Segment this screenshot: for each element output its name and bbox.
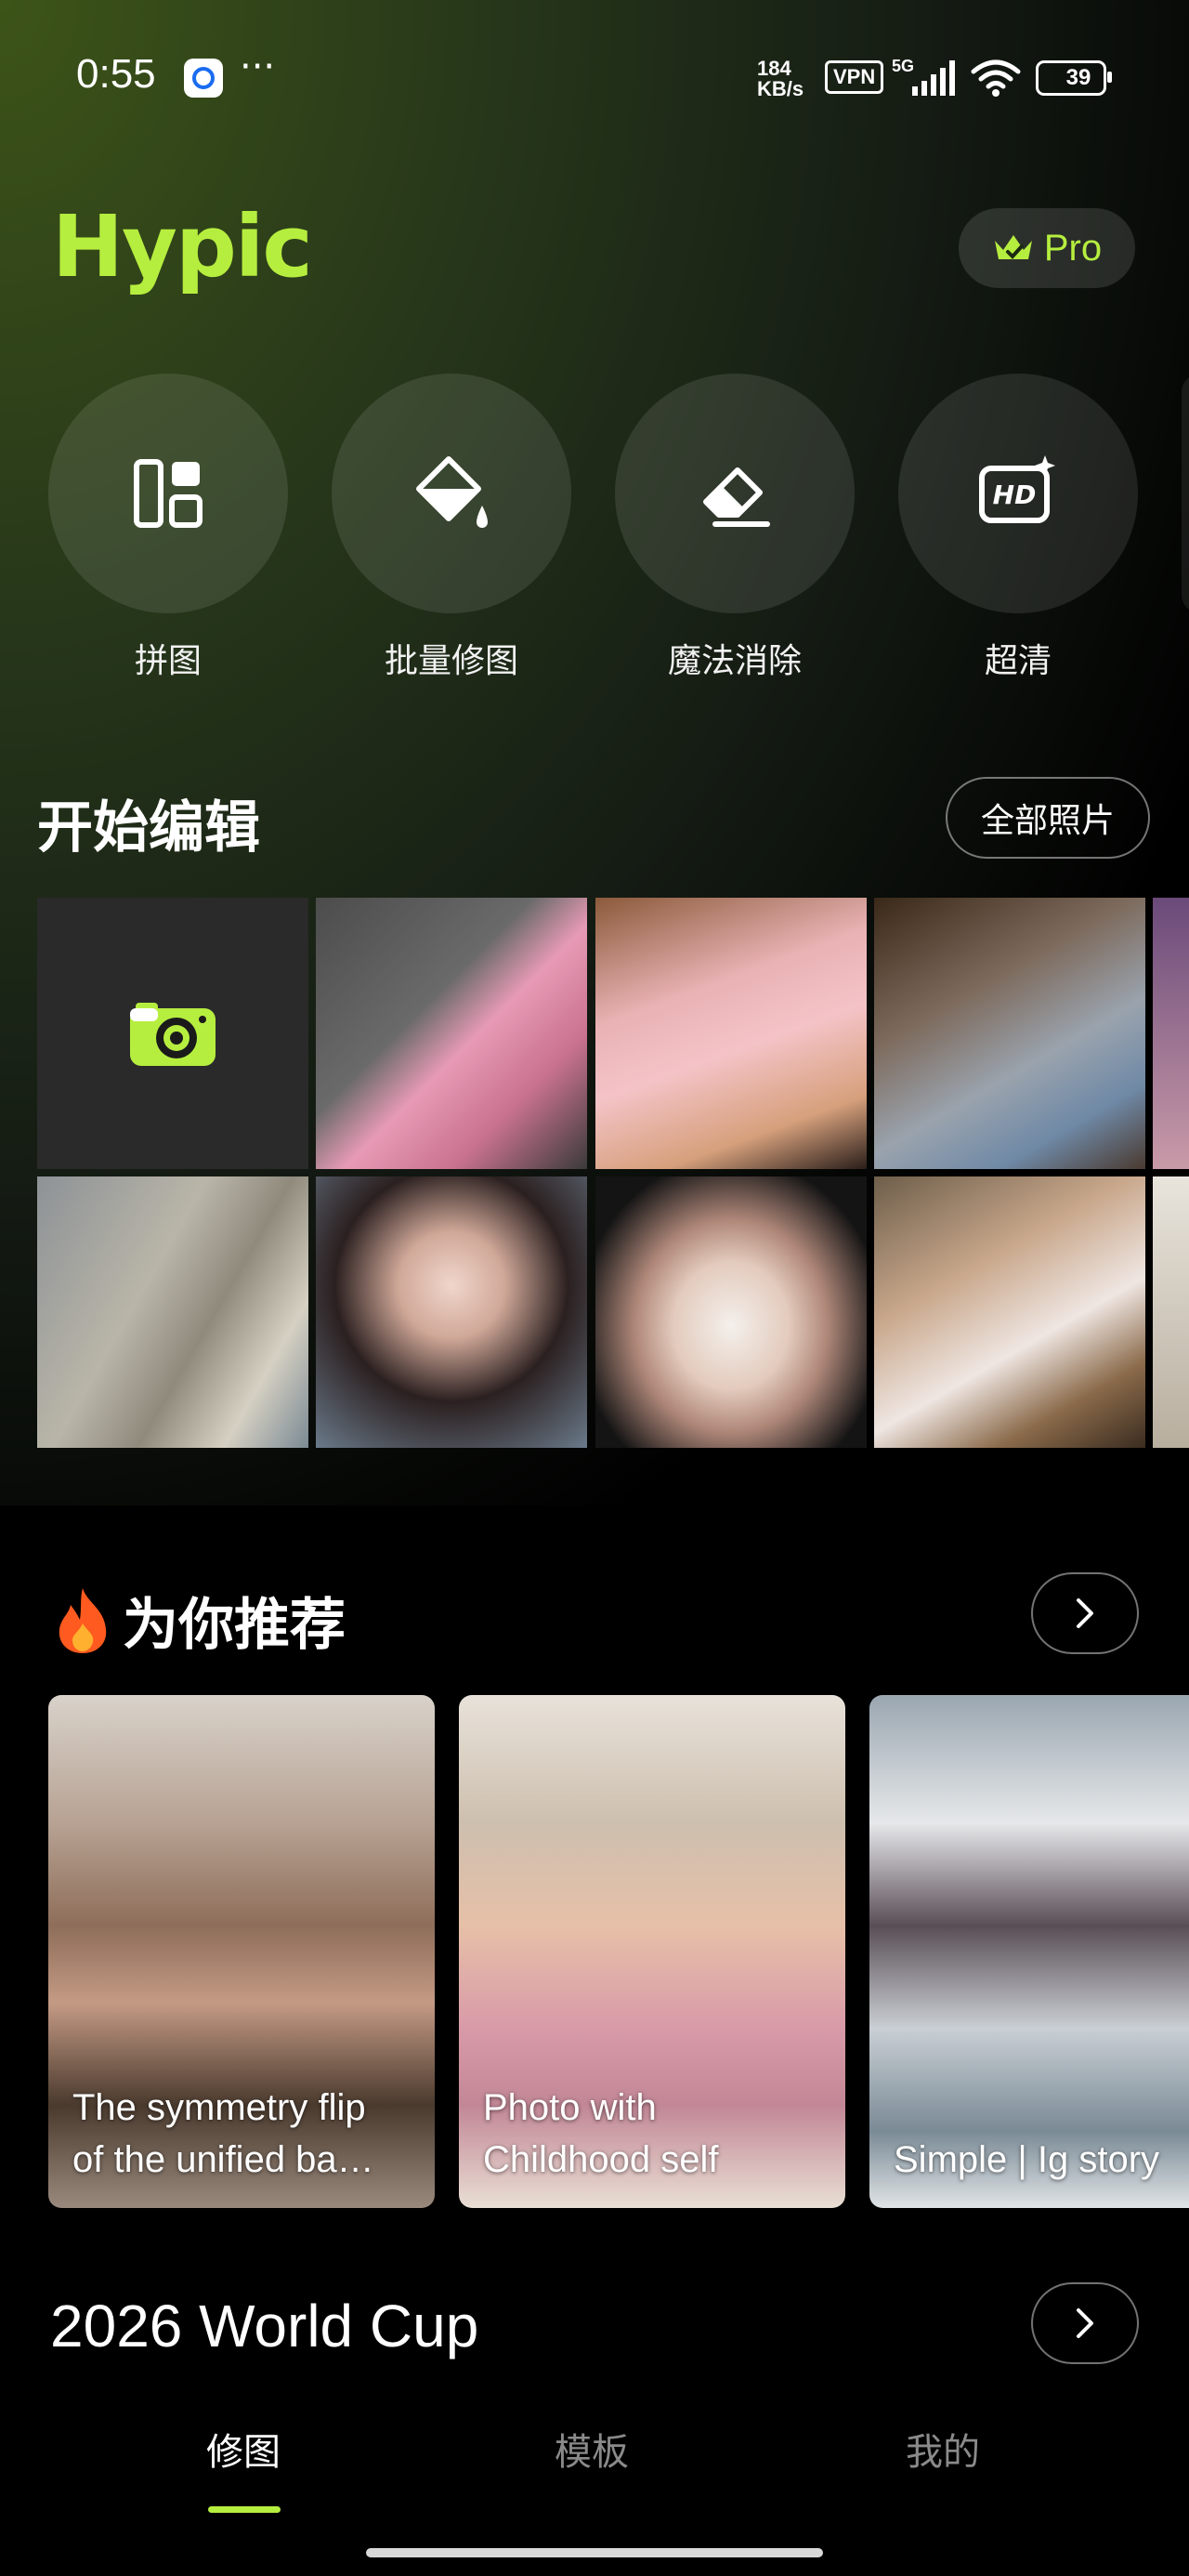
network-speed: 184 KB/s: [757, 59, 804, 99]
tool-hd-label: 超清: [984, 642, 1052, 680]
tool-batch-edit[interactable]: 批量修图: [332, 374, 571, 682]
tool-collage[interactable]: 拼图: [48, 374, 288, 682]
recommend-card-title: Simple | Ig story: [894, 2139, 1160, 2180]
recommend-card[interactable]: The symmetry flip of the unified ba…: [48, 1695, 435, 2208]
gallery-photo[interactable]: [316, 898, 587, 1169]
tool-hd-circle[interactable]: HD: [898, 374, 1138, 613]
recommend-header: 为你推荐: [50, 1580, 346, 1661]
gallery-photo[interactable]: [874, 898, 1145, 1169]
gallery-photo[interactable]: [316, 1176, 587, 1448]
paint-bucket-icon: [416, 456, 488, 528]
cellular-signal-icon: 5G: [892, 57, 955, 96]
tool-collage-circle[interactable]: [48, 374, 288, 613]
gallery-photo-partial[interactable]: [1153, 898, 1189, 1169]
pro-label: Pro: [1043, 227, 1103, 269]
hd-icon: HD: [979, 455, 1055, 523]
battery-level: 39: [1065, 65, 1091, 90]
gallery-photo[interactable]: [874, 1176, 1145, 1448]
tool-next-partial[interactable]: [1182, 374, 1189, 613]
app-logo: Hypic: [52, 197, 313, 296]
home-indicator[interactable]: [366, 2548, 823, 2557]
recommend-more-button[interactable]: [1031, 1572, 1139, 1654]
wifi-icon: [971, 59, 1021, 97]
tool-hd[interactable]: HD 超清: [898, 374, 1138, 682]
gallery-photo[interactable]: [37, 1176, 308, 1448]
recommend-card[interactable]: Photo with Childhood self: [459, 1695, 845, 2208]
nav-tab-me[interactable]: 我的: [906, 2422, 980, 2476]
gallery-photo[interactable]: [595, 1176, 867, 1448]
camera-icon: [130, 1003, 216, 1066]
start-edit-title: 开始编辑: [37, 795, 260, 861]
tool-magic-eraser-label: 魔法消除: [667, 642, 802, 680]
chevron-right-icon: [1077, 2308, 1093, 2338]
tool-collage-label: 拼图: [134, 642, 202, 680]
recommend-card-title: Photo with Childhood self: [483, 2087, 719, 2180]
tool-magic-eraser-circle[interactable]: [615, 374, 855, 613]
nav-tab-edit[interactable]: 修图: [206, 2422, 281, 2476]
more-notifications-icon: ···: [240, 46, 276, 88]
recommend-title: 为你推荐: [123, 1593, 346, 1658]
fire-icon: [59, 1587, 107, 1653]
tool-magic-eraser[interactable]: 魔法消除: [615, 374, 855, 682]
svg-text:HD: HD: [993, 480, 1037, 510]
network-speed-unit: KB/s: [757, 77, 804, 100]
eraser-icon: [703, 467, 770, 527]
crown-icon: [994, 235, 1032, 259]
battery-icon: 39: [1036, 60, 1112, 96]
notification-app-icon: [184, 59, 223, 98]
chevron-right-icon: [1077, 1598, 1093, 1628]
recommend-card-title: The symmetry flip of the unified ba…: [72, 2087, 374, 2180]
gallery-photo-partial[interactable]: [1153, 1176, 1189, 1448]
status-bar: 0:55 ··· 184 KB/s VPN 5G 39: [0, 46, 1189, 107]
tool-batch-edit-label: 批量修图: [384, 642, 518, 680]
recommend-card[interactable]: Simple | Ig story: [869, 1695, 1189, 2208]
gallery-photo[interactable]: [595, 898, 867, 1169]
world-cup-title: 2026 World Cup: [50, 2293, 479, 2359]
all-photos-button[interactable]: 全部照片: [946, 777, 1150, 859]
world-cup-more-button[interactable]: [1031, 2282, 1139, 2364]
pro-button[interactable]: Pro: [959, 208, 1135, 288]
nav-active-indicator: [208, 2506, 281, 2513]
status-time: 0:55: [76, 51, 156, 97]
vpn-badge: VPN: [825, 60, 884, 94]
network-type-label: 5G: [892, 57, 914, 75]
tool-batch-edit-circle[interactable]: [332, 374, 571, 613]
camera-capture-tile[interactable]: [37, 898, 308, 1169]
collage-icon: [134, 459, 203, 528]
nav-tab-templates[interactable]: 模板: [555, 2422, 629, 2476]
